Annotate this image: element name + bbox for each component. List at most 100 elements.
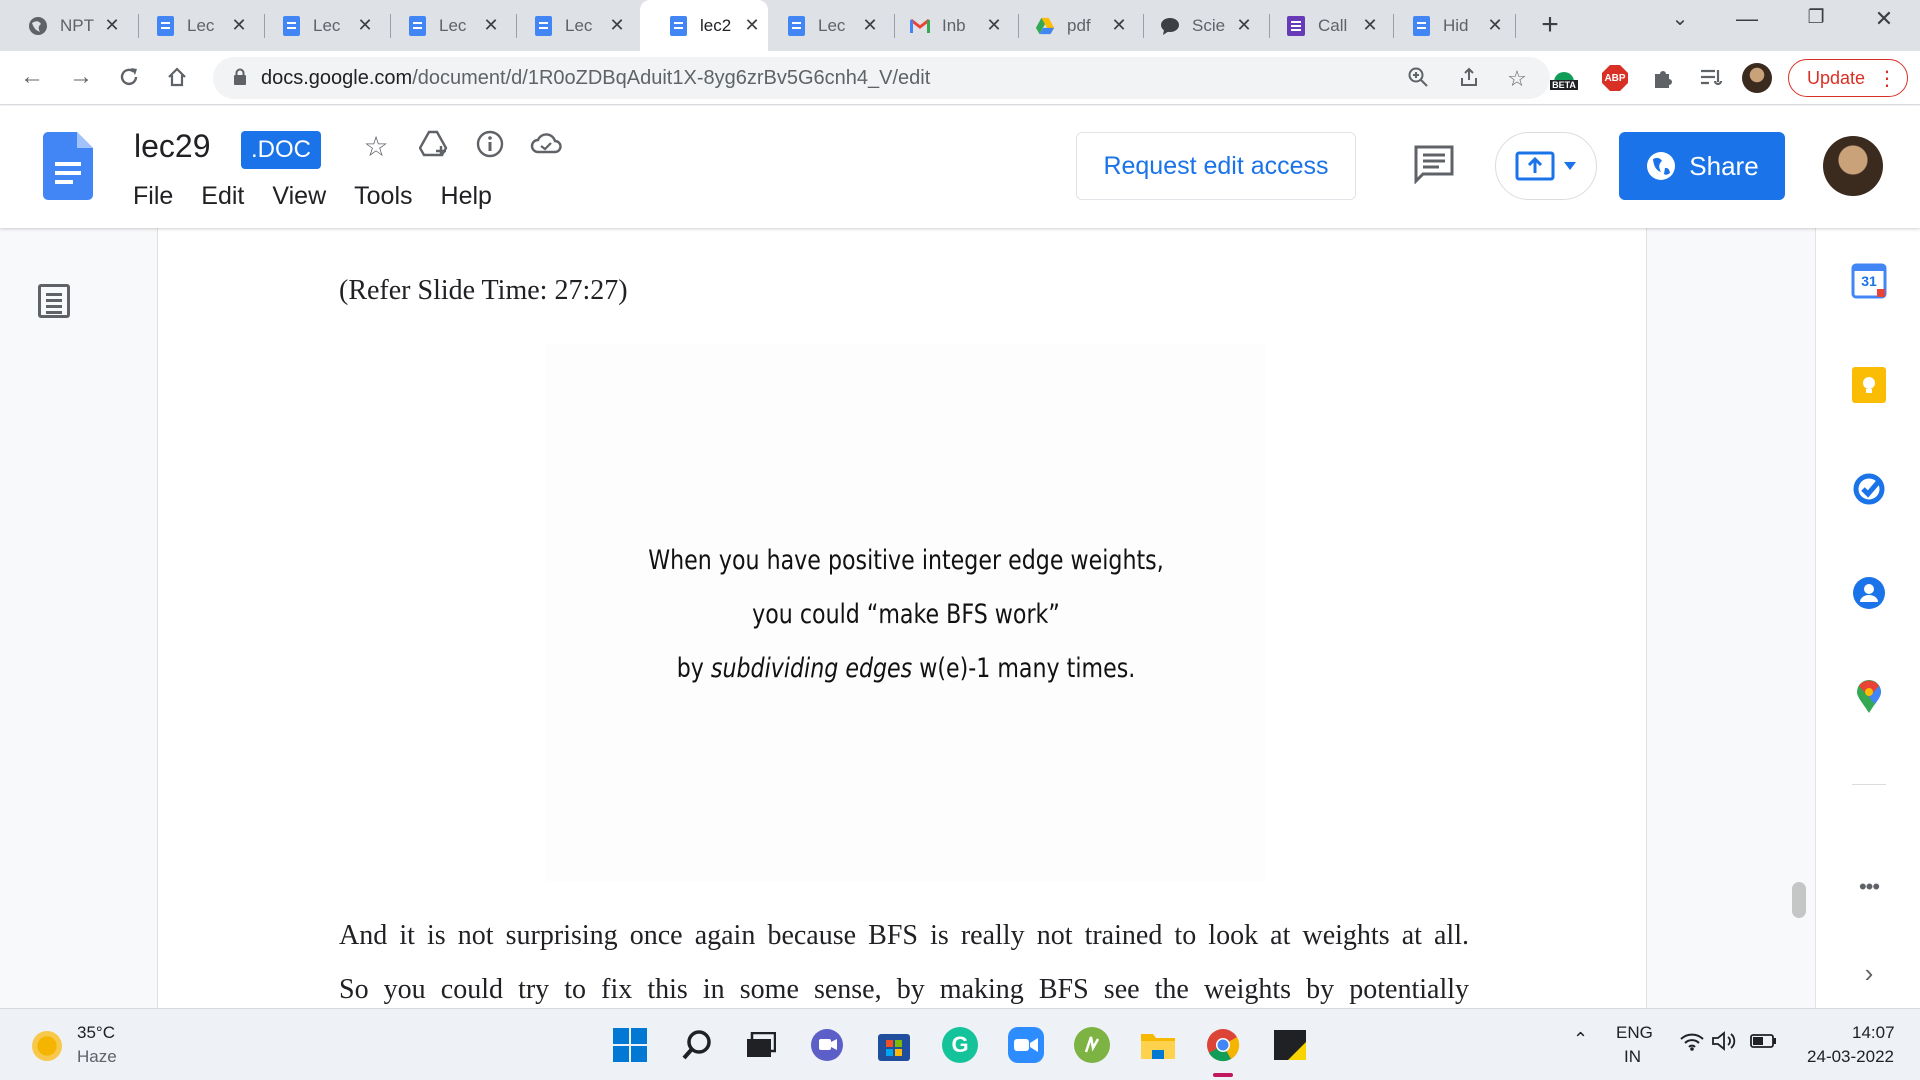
url-text[interactable]: docs.google.com/document/d/1R0oZDBqAduit… [261, 67, 930, 90]
close-tab-icon[interactable]: ✕ [1485, 15, 1505, 36]
language-indicator[interactable]: ENG IN [1616, 1023, 1653, 1067]
move-to-drive-icon[interactable] [417, 130, 451, 164]
present-button[interactable] [1495, 132, 1597, 200]
back-button[interactable]: ← [16, 61, 48, 93]
forward-button[interactable]: → [65, 61, 97, 93]
browser-tab[interactable]: Inb ✕ [882, 0, 1004, 51]
browser-tab-active[interactable]: lec2 ✕ [640, 0, 768, 51]
close-window-button[interactable]: ✕ [1864, 6, 1904, 32]
tab-title: Hid [1443, 15, 1469, 35]
google-docs-logo-icon[interactable] [43, 132, 93, 200]
star-icon[interactable]: ☆ [359, 130, 393, 164]
battery-icon[interactable] [1750, 1033, 1778, 1054]
slide-text: When you have positive integer edge weig… [648, 545, 1164, 684]
reading-list-icon[interactable] [1696, 63, 1726, 93]
weather-icon[interactable] [32, 1031, 62, 1061]
tab-search-icon[interactable]: ⌄ [1660, 6, 1700, 31]
tasks-icon[interactable] [1850, 470, 1888, 508]
clock[interactable]: 14:07 24-03-2022 [1798, 1023, 1895, 1067]
close-tab-icon[interactable]: ✕ [102, 15, 122, 36]
expand-panel-chevron-icon[interactable]: › [1850, 954, 1888, 992]
close-tab-icon[interactable]: ✕ [607, 15, 627, 36]
docs-icon [533, 15, 553, 36]
maps-icon[interactable] [1850, 678, 1888, 716]
browser-tab[interactable]: Call ✕ [1258, 0, 1380, 51]
active-app-indicator [1213, 1073, 1233, 1077]
new-tab-button[interactable]: + [1535, 8, 1565, 42]
more-menu-icon[interactable]: ⋮ [1877, 66, 1897, 91]
menu-tools[interactable]: Tools [354, 182, 412, 211]
search-icon[interactable] [679, 1027, 715, 1063]
chat-icon [1160, 16, 1180, 36]
close-tab-icon[interactable]: ✕ [860, 15, 880, 36]
bookmark-star-icon[interactable]: ☆ [1504, 66, 1530, 92]
menu-file[interactable]: File [133, 182, 173, 211]
close-tab-icon[interactable]: ✕ [355, 15, 375, 36]
windows-start-icon[interactable] [612, 1027, 648, 1063]
calendar-icon[interactable]: 31 [1850, 262, 1888, 300]
contacts-icon[interactable] [1850, 574, 1888, 612]
microsoft-store-icon[interactable] [876, 1027, 912, 1063]
wifi-icon[interactable] [1680, 1033, 1704, 1056]
comments-icon[interactable] [1413, 144, 1455, 184]
forms-icon [1286, 15, 1306, 36]
profile-avatar[interactable] [1742, 63, 1772, 93]
task-view-icon[interactable] [743, 1027, 779, 1063]
lock-icon[interactable] [233, 68, 247, 86]
close-tab-icon[interactable]: ✕ [984, 15, 1004, 36]
grammarly-icon[interactable]: G [942, 1027, 978, 1063]
weather-condition[interactable]: Haze [77, 1047, 117, 1067]
show-hidden-icons-chevron-icon[interactable]: ⌃ [1573, 1029, 1588, 1050]
more-addons-icon[interactable]: ••• [1850, 868, 1888, 906]
document-title[interactable]: lec29 [134, 128, 211, 165]
browser-tab[interactable]: Lec ✕ [379, 0, 501, 51]
minimize-button[interactable]: — [1727, 6, 1767, 32]
close-tab-icon[interactable]: ✕ [1360, 15, 1380, 36]
close-tab-icon[interactable]: ✕ [1234, 15, 1254, 36]
scrollbar-thumb[interactable] [1792, 882, 1806, 918]
browser-tab[interactable]: Lec ✕ [127, 0, 249, 51]
tab-title: Lec [187, 15, 215, 35]
adblock-icon[interactable]: ABP [1600, 63, 1630, 93]
address-bar[interactable]: docs.google.com/document/d/1R0oZDBqAduit… [213, 57, 1550, 99]
zoom-icon[interactable] [1405, 66, 1431, 92]
volume-icon[interactable] [1712, 1031, 1738, 1056]
browser-tab[interactable]: Lec ✕ [253, 0, 375, 51]
menu-help[interactable]: Help [441, 182, 492, 211]
close-tab-icon[interactable]: ✕ [1109, 15, 1129, 36]
drive-icon [1035, 16, 1055, 36]
request-edit-access-button[interactable]: Request edit access [1076, 132, 1356, 200]
teams-chat-icon[interactable] [809, 1027, 845, 1063]
browser-tab[interactable]: Scie ✕ [1132, 0, 1254, 51]
close-tab-icon[interactable]: ✕ [229, 15, 249, 36]
browser-tab[interactable]: pdf ✕ [1007, 0, 1129, 51]
weather-temperature[interactable]: 35°C [77, 1023, 115, 1043]
menu-view[interactable]: View [272, 182, 326, 211]
cloud-status-icon[interactable] [529, 130, 563, 164]
app-icon[interactable] [1074, 1027, 1110, 1063]
extensions-puzzle-icon[interactable] [1648, 63, 1678, 93]
file-explorer-icon[interactable] [1140, 1027, 1176, 1063]
share-button[interactable]: Share [1619, 132, 1785, 200]
keep-icon[interactable] [1850, 366, 1888, 404]
update-button[interactable]: Update ⋮ [1788, 59, 1908, 97]
share-page-icon[interactable] [1456, 66, 1482, 92]
menu-edit[interactable]: Edit [201, 182, 244, 211]
close-tab-icon[interactable]: ✕ [481, 15, 501, 36]
sticky-notes-icon[interactable] [1272, 1027, 1308, 1063]
side-panel-divider [1852, 784, 1886, 785]
info-icon[interactable] [473, 130, 507, 164]
tab-title: Lec [439, 15, 467, 35]
document-outline-icon[interactable] [38, 284, 70, 318]
reload-button[interactable] [113, 61, 145, 93]
zoom-app-icon[interactable] [1008, 1027, 1044, 1063]
browser-tab[interactable]: Lec ✕ [505, 0, 627, 51]
beta-extension-icon[interactable]: BETA [1549, 63, 1579, 93]
browser-tab[interactable]: Lec ✕ [758, 0, 880, 51]
account-avatar[interactable] [1823, 136, 1883, 196]
restore-button[interactable]: ❐ [1796, 6, 1836, 29]
home-button[interactable] [161, 61, 193, 93]
browser-tab[interactable]: Hid ✕ [1383, 0, 1505, 51]
chrome-icon[interactable] [1205, 1027, 1241, 1063]
browser-tab[interactable]: NPT ✕ [0, 0, 122, 51]
